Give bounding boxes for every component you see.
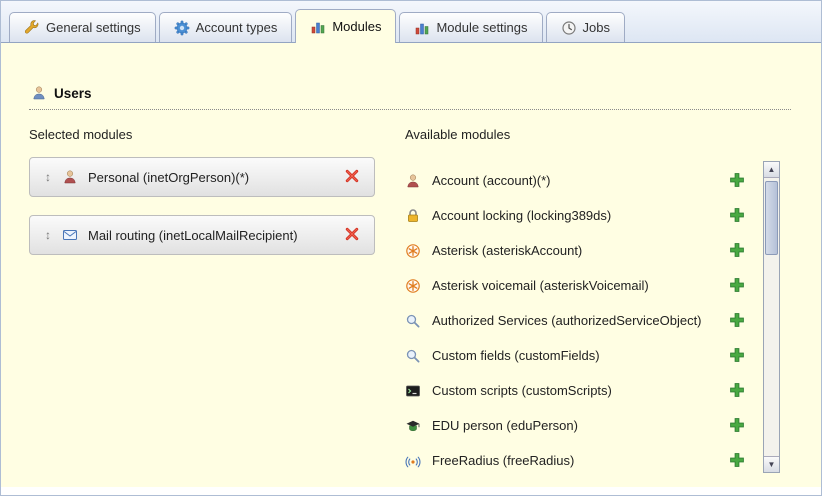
add-module-button[interactable]: [729, 347, 747, 365]
graduate-icon: [405, 418, 423, 434]
tab-module-settings[interactable]: Module settings: [399, 12, 542, 42]
scrollbar-thumb[interactable]: [765, 181, 778, 255]
drag-handle-icon[interactable]: ↕: [40, 170, 56, 184]
magnifier-icon: [405, 348, 423, 364]
tab-account-types[interactable]: Account types: [159, 12, 293, 42]
add-module-button[interactable]: [729, 312, 747, 330]
tab-label: Jobs: [583, 20, 610, 35]
available-module-row: Asterisk voicemail (asteriskVoicemail): [405, 268, 757, 303]
available-module-row: FreeRadius (freeRadius): [405, 443, 757, 478]
module-label: Account (account)(*): [432, 173, 729, 188]
selected-module-item[interactable]: ↕ Mail routing (inetLocalMailRecipient): [29, 215, 375, 255]
scroll-down-button[interactable]: ▼: [764, 456, 779, 472]
drag-handle-icon[interactable]: ↕: [40, 228, 56, 242]
radius-icon: [405, 453, 423, 469]
selected-module-item[interactable]: ↕ Personal (inetOrgPerson)(*): [29, 157, 375, 197]
page-title: Users: [54, 86, 92, 101]
module-label: Personal (inetOrgPerson)(*): [88, 170, 344, 185]
add-module-button[interactable]: [729, 277, 747, 295]
asterisk-icon: [405, 243, 423, 259]
content-panel: Users Selected modules Available modules…: [1, 43, 821, 487]
available-modules-heading: Available modules: [405, 127, 510, 142]
tab-bar: General settings Account types Modules M…: [1, 1, 821, 43]
script-icon: [405, 383, 423, 399]
add-module-button[interactable]: [729, 207, 747, 225]
person-icon: [62, 169, 80, 185]
selected-modules-heading: Selected modules: [29, 127, 132, 142]
module-label: Custom scripts (customScripts): [432, 383, 729, 398]
available-module-row: Account (account)(*): [405, 163, 757, 198]
module-label: FreeRadius (freeRadius): [432, 453, 729, 468]
remove-module-button[interactable]: [344, 226, 362, 244]
add-module-button[interactable]: [729, 242, 747, 260]
tab-jobs[interactable]: Jobs: [546, 12, 625, 42]
tab-label: Modules: [332, 19, 381, 34]
available-module-row: Account locking (locking389ds): [405, 198, 757, 233]
module-label: Asterisk (asteriskAccount): [432, 243, 729, 258]
available-modules-scrollbar[interactable]: ▲ ▼: [763, 161, 780, 473]
modules-icon: [310, 19, 326, 35]
tab-label: General settings: [46, 20, 141, 35]
account-icon: [405, 173, 423, 189]
module-label: Account locking (locking389ds): [432, 208, 729, 223]
jobs-icon: [561, 20, 577, 36]
scroll-up-button[interactable]: ▲: [764, 162, 779, 178]
module-label: Asterisk voicemail (asteriskVoicemail): [432, 278, 729, 293]
add-module-button[interactable]: [729, 382, 747, 400]
tab-modules[interactable]: Modules: [295, 9, 396, 43]
scrollbar-track[interactable]: [764, 178, 779, 456]
module-label: Authorized Services (authorizedServiceOb…: [432, 313, 729, 328]
available-module-row: Custom fields (customFields): [405, 338, 757, 373]
available-module-row: Authorized Services (authorizedServiceOb…: [405, 303, 757, 338]
module-label: EDU person (eduPerson): [432, 418, 729, 433]
module-label: Mail routing (inetLocalMailRecipient): [88, 228, 344, 243]
wrench-icon: [24, 20, 40, 36]
lock-icon: [405, 208, 423, 224]
selected-modules-list: ↕ Personal (inetOrgPerson)(*) ↕ Mail rou…: [29, 157, 375, 273]
section-header: Users: [31, 85, 92, 101]
add-module-button[interactable]: [729, 452, 747, 470]
add-module-button[interactable]: [729, 172, 747, 190]
module-label: Custom fields (customFields): [432, 348, 729, 363]
module-settings-icon: [414, 20, 430, 36]
available-module-row: Asterisk (asteriskAccount): [405, 233, 757, 268]
account-types-icon: [174, 20, 190, 36]
tab-general-settings[interactable]: General settings: [9, 12, 156, 42]
section-divider: [29, 109, 791, 110]
available-modules-list: Account (account)(*) Account locking (lo…: [405, 163, 757, 478]
services-icon: [405, 313, 423, 329]
remove-module-button[interactable]: [344, 168, 362, 186]
tab-label: Account types: [196, 20, 278, 35]
tab-label: Module settings: [436, 20, 527, 35]
asterisk-icon: [405, 278, 423, 294]
available-module-row: EDU person (eduPerson): [405, 408, 757, 443]
mail-icon: [62, 227, 80, 243]
users-icon: [31, 85, 47, 101]
lam-configuration-page: General settings Account types Modules M…: [0, 0, 822, 496]
add-module-button[interactable]: [729, 417, 747, 435]
available-module-row: Custom scripts (customScripts): [405, 373, 757, 408]
